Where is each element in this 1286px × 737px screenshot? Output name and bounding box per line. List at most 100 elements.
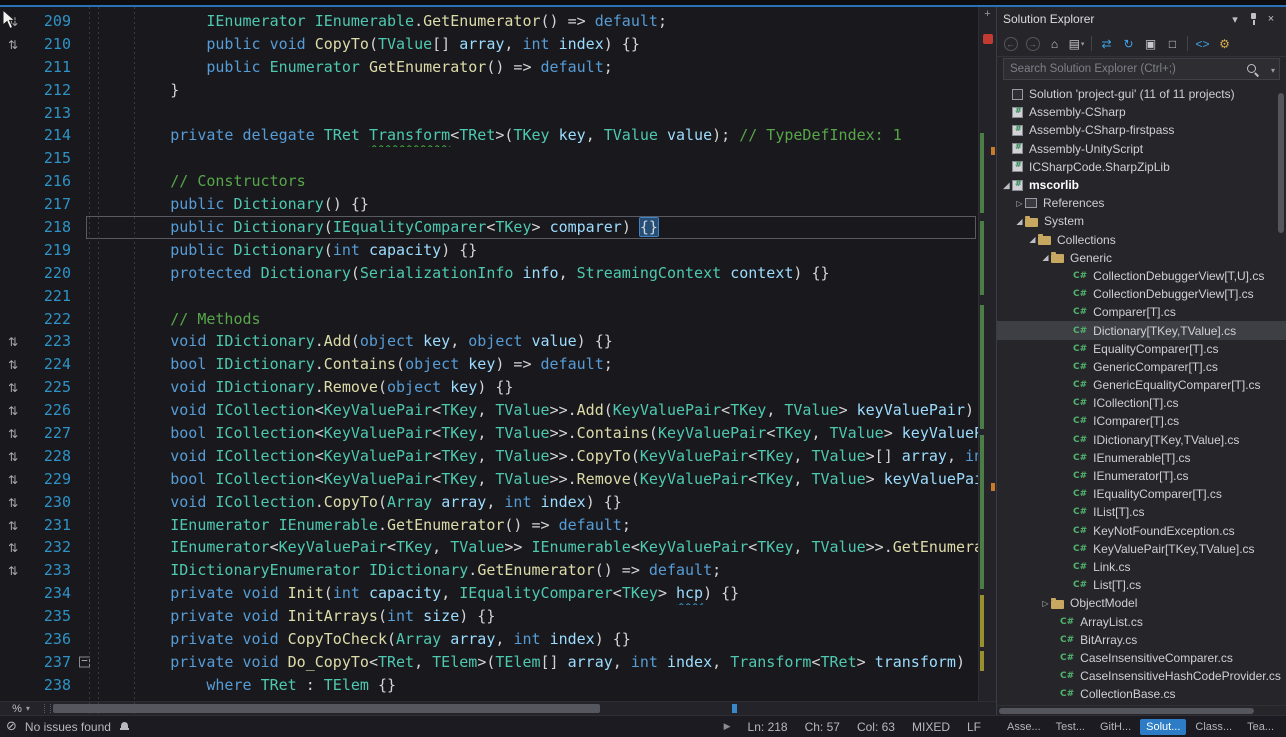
code-text[interactable]: // Methods bbox=[98, 308, 978, 331]
refresh-button[interactable]: ↻ bbox=[1118, 34, 1139, 54]
code-line[interactable]: 217 public Dictionary() {} bbox=[0, 193, 978, 216]
panel-hscroll-thumb[interactable] bbox=[999, 708, 1254, 714]
code-text[interactable]: void IDictionary.Remove(object key) {} bbox=[98, 376, 978, 399]
search-input[interactable] bbox=[1004, 59, 1279, 79]
panel-title-bar[interactable]: Solution Explorer ▾ × bbox=[997, 7, 1286, 31]
code-text[interactable]: public Dictionary() {} bbox=[98, 193, 978, 216]
tree-item[interactable]: C#IEnumerable[T].cs bbox=[997, 449, 1286, 467]
tool-window-tab-4[interactable]: Class... bbox=[1189, 719, 1238, 735]
references-indicator-icon[interactable]: ⇅ bbox=[8, 473, 18, 487]
tree-item[interactable]: C#ICollection[T].cs bbox=[997, 394, 1286, 412]
tree-item[interactable]: C#ArrayList.cs bbox=[997, 612, 1286, 630]
references-indicator-icon[interactable]: ⇅ bbox=[8, 38, 18, 52]
tree-item[interactable]: C#CollectionBase.cs bbox=[997, 685, 1286, 703]
code-line[interactable]: 211 public Enumerator GetEnumerator() =>… bbox=[0, 56, 978, 79]
tree-item[interactable]: ◢Collections bbox=[997, 231, 1286, 249]
tree-item[interactable]: ICSharpCode.SharpZipLib bbox=[997, 158, 1286, 176]
references-indicator-icon[interactable]: ⇅ bbox=[8, 404, 18, 418]
tree-item[interactable]: C#Dictionary[TKey,TValue].cs bbox=[997, 321, 1286, 339]
tree-item[interactable]: ◢mscorlib bbox=[997, 176, 1286, 194]
panel-vertical-scrollbar[interactable] bbox=[1276, 85, 1286, 705]
tree-item[interactable]: C#IEqualityComparer[T].cs bbox=[997, 485, 1286, 503]
tree-item[interactable]: C#Link.cs bbox=[997, 558, 1286, 576]
code-line[interactable]: 222 // Methods bbox=[0, 308, 978, 331]
tree-item[interactable]: Assembly-CSharp-firstpass bbox=[997, 121, 1286, 139]
tree-item[interactable]: C#CaseInsensitiveHashCodeProvider.cs bbox=[997, 667, 1286, 685]
code-line[interactable]: 218 public Dictionary(IEqualityComparer<… bbox=[0, 216, 978, 239]
code-text[interactable]: public Enumerator GetEnumerator() => def… bbox=[98, 56, 978, 79]
references-indicator-icon[interactable]: ⇅ bbox=[8, 427, 18, 441]
tree-item[interactable]: ◢System bbox=[997, 212, 1286, 230]
code-text[interactable]: void ICollection.CopyTo(Array array, int… bbox=[98, 491, 978, 514]
tool-window-tab-5[interactable]: Tea... bbox=[1241, 719, 1280, 735]
tree-item[interactable]: Assembly-CSharp bbox=[997, 103, 1286, 121]
tree-item[interactable]: C#IEnumerator[T].cs bbox=[997, 467, 1286, 485]
tree-item[interactable]: C#IDictionary[TKey,TValue].cs bbox=[997, 431, 1286, 449]
code-text[interactable] bbox=[98, 285, 978, 308]
code-text[interactable]: IDictionaryEnumerator IDictionary.GetEnu… bbox=[98, 559, 978, 582]
status-column[interactable]: Col: 63 bbox=[857, 720, 895, 734]
status-line-ending[interactable]: LF bbox=[967, 720, 981, 734]
references-indicator-icon[interactable]: ⇅ bbox=[8, 450, 18, 464]
code-editor[interactable]: ⇅209 IEnumerator IEnumerable.GetEnumerat… bbox=[0, 7, 996, 715]
tree-item[interactable]: C#CaseInsensitiveComparer.cs bbox=[997, 649, 1286, 667]
status-encoding[interactable]: MIXED bbox=[912, 720, 950, 734]
split-handle-icon[interactable]: + bbox=[979, 8, 996, 20]
status-line-number[interactable]: Ln: 218 bbox=[748, 720, 788, 734]
code-line[interactable]: 213 bbox=[0, 102, 978, 125]
collapsed-arrow-icon[interactable]: ▷ bbox=[1040, 599, 1051, 608]
fold-collapse-icon[interactable]: − bbox=[79, 657, 90, 668]
code-text[interactable]: // Constructors bbox=[98, 170, 978, 193]
expanded-arrow-icon[interactable]: ◢ bbox=[1001, 181, 1012, 190]
panel-horizontal-scrollbar[interactable] bbox=[997, 705, 1286, 715]
tree-item[interactable]: Assembly-UnityScript bbox=[997, 140, 1286, 158]
code-text[interactable]: private void Init(int capacity, IEqualit… bbox=[98, 582, 978, 605]
tree-item[interactable]: C#IComparer[T].cs bbox=[997, 412, 1286, 430]
references-indicator-icon[interactable]: ⇅ bbox=[8, 564, 18, 578]
code-line[interactable]: ⇅239 private static KeyValuePair<TKey, T… bbox=[0, 697, 978, 701]
code-line[interactable]: 237− private void Do_CopyTo<TRet, TElem>… bbox=[0, 651, 978, 674]
tool-window-tab-2[interactable]: GitH... bbox=[1094, 719, 1137, 735]
references-indicator-icon[interactable]: ⇅ bbox=[8, 541, 18, 555]
tree-item[interactable]: C#List[T].cs bbox=[997, 576, 1286, 594]
tree-item[interactable]: C#EqualityComparer[T].cs bbox=[997, 340, 1286, 358]
collapsed-arrow-icon[interactable]: ▷ bbox=[1014, 199, 1025, 208]
tree-item[interactable]: ▷References bbox=[997, 194, 1286, 212]
code-text[interactable]: void IDictionary.Add(object key, object … bbox=[98, 330, 978, 353]
expanded-arrow-icon[interactable]: ◢ bbox=[1014, 217, 1025, 226]
tree-item[interactable]: C#GenericComparer[T].cs bbox=[997, 358, 1286, 376]
code-text[interactable]: bool IDictionary.Contains(object key) =>… bbox=[98, 353, 978, 376]
code-line[interactable]: ⇅233 IDictionaryEnumerator IDictionary.G… bbox=[0, 559, 978, 582]
code-line[interactable]: 220 protected Dictionary(SerializationIn… bbox=[0, 262, 978, 285]
code-line[interactable]: ⇅223 void IDictionary.Add(object key, ob… bbox=[0, 330, 978, 353]
code-text[interactable] bbox=[98, 102, 978, 125]
code-text[interactable]: } bbox=[98, 79, 978, 102]
properties-button[interactable]: ⚙ bbox=[1214, 34, 1235, 54]
editor-horizontal-scrollbar[interactable] bbox=[53, 702, 996, 715]
pin-icon[interactable] bbox=[1244, 11, 1262, 27]
code-text[interactable]: private void CopyToCheck(Array array, in… bbox=[98, 628, 978, 651]
code-text[interactable]: bool ICollection<KeyValuePair<TKey, TVal… bbox=[98, 422, 978, 445]
expanded-arrow-icon[interactable]: ◢ bbox=[1040, 253, 1051, 262]
search-options-chevron-icon[interactable]: ▾ bbox=[1271, 66, 1275, 75]
nest-files-button[interactable]: ▣ bbox=[1140, 34, 1161, 54]
code-line[interactable]: ⇅228 void ICollection<KeyValuePair<TKey,… bbox=[0, 445, 978, 468]
code-line[interactable]: ⇅231 IEnumerator IEnumerable.GetEnumerat… bbox=[0, 514, 978, 537]
switch-views-button[interactable]: ▤▾ bbox=[1066, 34, 1087, 54]
code-line[interactable]: 215 bbox=[0, 147, 978, 170]
tree-item[interactable]: C#Comparer[T].cs bbox=[997, 303, 1286, 321]
tree-item[interactable]: C#KeyNotFoundException.cs bbox=[997, 522, 1286, 540]
scrollbar-grip[interactable] bbox=[44, 704, 51, 713]
code-line[interactable]: 216 // Constructors bbox=[0, 170, 978, 193]
code-text[interactable]: void ICollection<KeyValuePair<TKey, TVal… bbox=[98, 399, 978, 422]
code-line[interactable]: ⇅227 bool ICollection<KeyValuePair<TKey,… bbox=[0, 422, 978, 445]
tree-item[interactable]: Solution 'project-gui' (11 of 11 project… bbox=[997, 85, 1286, 103]
tree-item[interactable]: ◢Generic bbox=[997, 249, 1286, 267]
code-text[interactable]: protected Dictionary(SerializationInfo i… bbox=[98, 262, 978, 285]
references-indicator-icon[interactable]: ⇅ bbox=[8, 335, 18, 349]
no-issues-icon[interactable]: ⊘ bbox=[6, 719, 17, 734]
references-indicator-icon[interactable]: ⇅ bbox=[8, 519, 18, 533]
tree-item[interactable]: C#CollectionDebuggerView[T,U].cs bbox=[997, 267, 1286, 285]
code-text[interactable]: public Dictionary(IEqualityComparer<TKey… bbox=[98, 216, 978, 239]
code-line[interactable]: ⇅225 void IDictionary.Remove(object key)… bbox=[0, 376, 978, 399]
